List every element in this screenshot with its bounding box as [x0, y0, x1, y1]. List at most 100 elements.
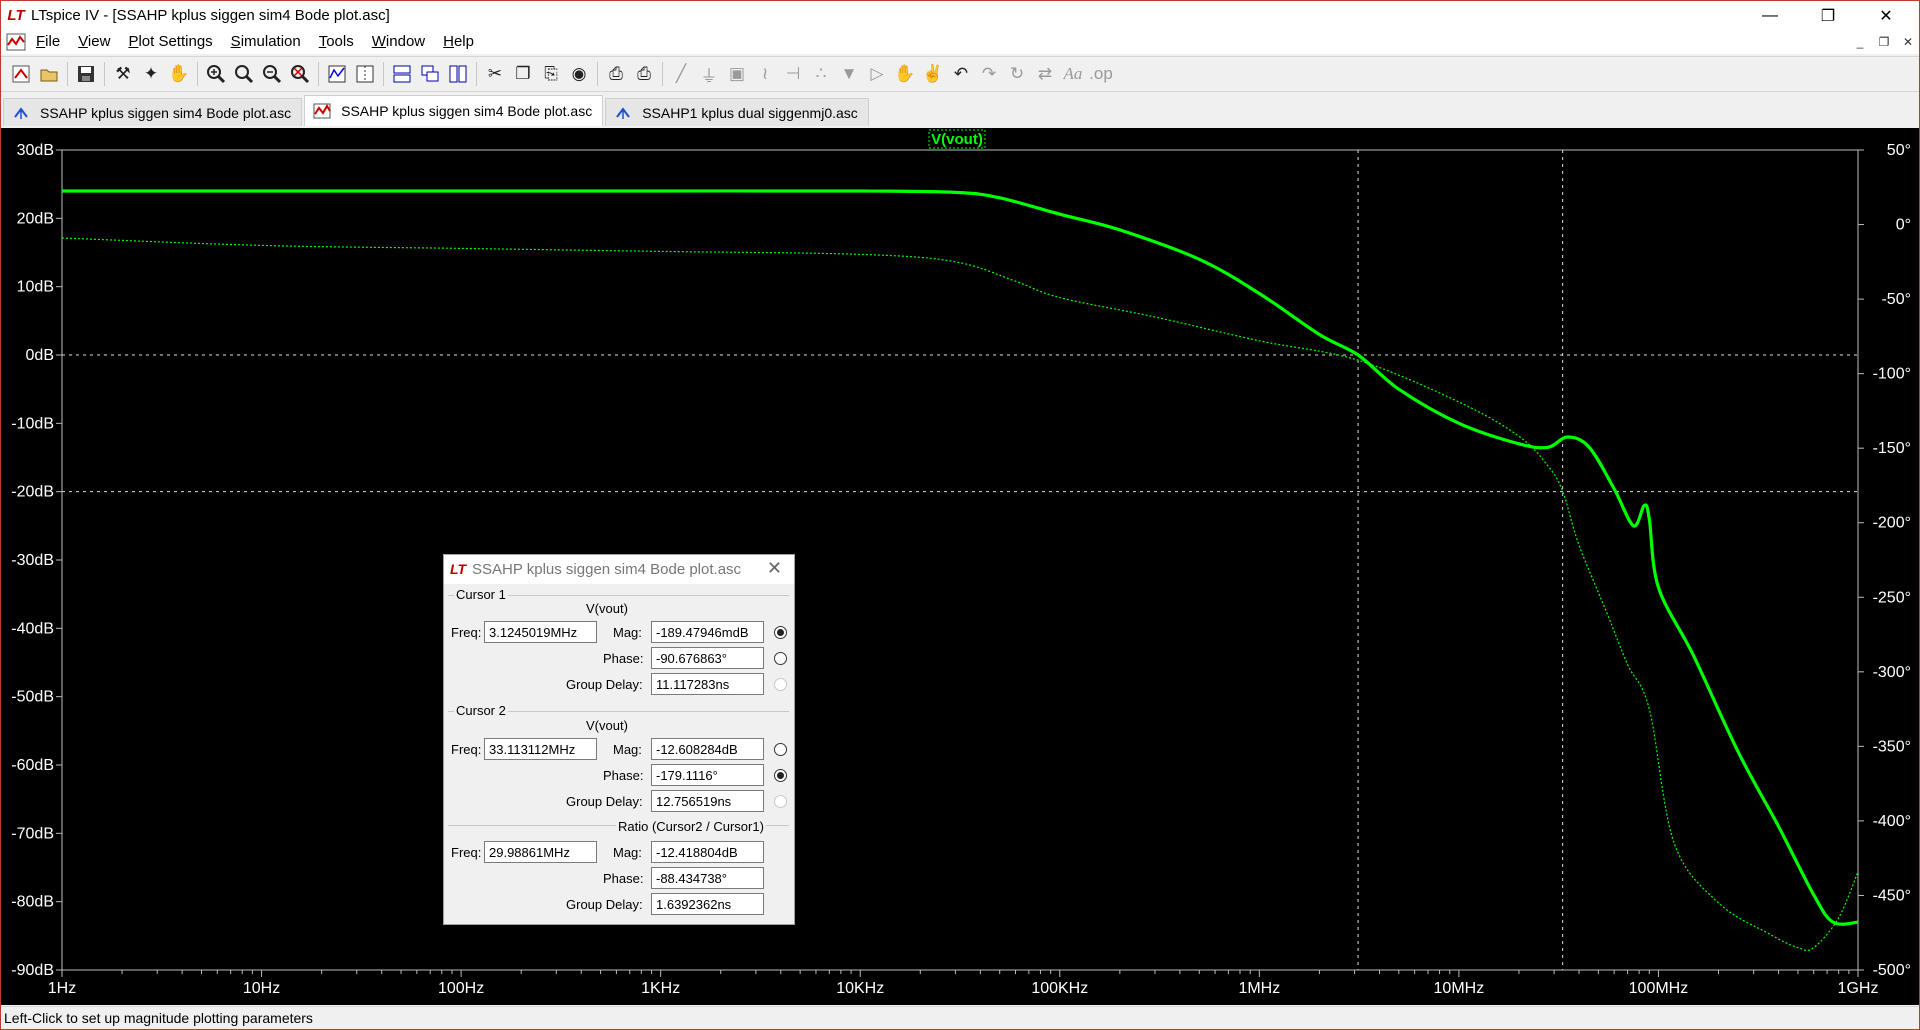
cursor2-phase-radio[interactable] — [774, 769, 787, 782]
component-icon[interactable]: ▷ — [863, 60, 891, 88]
cursor2-group-delay-field[interactable]: 12.756519ns — [651, 790, 764, 812]
paste-icon[interactable]: ⎘ — [537, 60, 565, 88]
control-panel-icon[interactable]: ⚒ — [109, 60, 137, 88]
waveform-plot[interactable]: 30dB 20dB 10dB 0dB -10dB -20dB -30dB -40dB -50dB… — [1, 128, 1919, 1005]
diode-icon[interactable]: ▼ — [835, 60, 863, 88]
maximize-button[interactable]: ❐ — [1805, 1, 1851, 30]
cursor1-mag-field[interactable]: -189.47946mdB — [651, 621, 764, 643]
move-icon[interactable]: ✋ — [891, 60, 919, 88]
annotate-icon[interactable] — [351, 60, 379, 88]
ratio-label: Ratio (Cursor2 / Cursor1) — [616, 819, 766, 834]
toolbar-separator — [597, 62, 598, 86]
toolbar: ⚒ ✦ ✋ ✂ ❐ ⎘ ◉ ⎙ ⎙ ╱ ⏚ ▣ ≀ ⊣ ∴ ▼ ▷ ✋ ✌ ↶ … — [1, 56, 1919, 92]
menu-simulation[interactable]: Simulation — [222, 30, 310, 54]
menu-view[interactable]: View — [69, 30, 119, 54]
toolbar-separator — [318, 62, 319, 86]
dialog-title-bar[interactable]: LT SSAHP kplus siggen sim4 Bode plot.asc… — [444, 555, 794, 584]
freq-label: Freq: — [451, 845, 482, 860]
cursor2-mag-field[interactable]: -12.608284dB — [651, 738, 764, 760]
y2-tick-label: -300° — [1873, 664, 1911, 681]
zoom-area-icon[interactable] — [230, 60, 258, 88]
cursor1-phase-radio[interactable] — [774, 652, 787, 665]
label-icon[interactable]: ▣ — [723, 60, 751, 88]
new-schematic-icon[interactable] — [7, 60, 35, 88]
mdi-close-button[interactable]: ✕ — [1897, 34, 1919, 50]
ratio-phase-field[interactable]: -88.434738° — [651, 867, 764, 889]
save-icon[interactable] — [72, 60, 100, 88]
find-icon[interactable]: ◉ — [565, 60, 593, 88]
print-icon[interactable]: ⎙ — [630, 60, 658, 88]
mirror-icon[interactable]: ⇄ — [1031, 60, 1059, 88]
ratio-group-delay-field[interactable]: 1.6392362ns — [651, 893, 764, 915]
ground-icon[interactable]: ⏚ — [695, 60, 723, 88]
y2-tick-label: 0° — [1896, 217, 1911, 234]
ratio-mag-field[interactable]: -12.418804dB — [651, 841, 764, 863]
menu-help[interactable]: Help — [434, 30, 483, 54]
schematic-icon — [614, 104, 632, 122]
minimize-button[interactable]: — — [1747, 1, 1793, 30]
spice-directive-icon[interactable]: .op — [1087, 60, 1115, 88]
text-icon[interactable]: Aa — [1059, 60, 1087, 88]
ltspice-logo-icon: LT — [450, 561, 467, 577]
menu-plot-settings[interactable]: Plot Settings — [119, 30, 221, 54]
cursor2-phase-field[interactable]: -179.1116° — [651, 764, 764, 786]
cut-icon[interactable]: ✂ — [481, 60, 509, 88]
x-tick-label: 10MHz — [1434, 980, 1485, 997]
toolbar-separator — [197, 62, 198, 86]
cursor2-freq-field[interactable]: 33.113112MHz — [484, 738, 597, 760]
waveform-window-icon[interactable] — [5, 32, 27, 52]
pan-hand-icon[interactable]: ✋ — [165, 60, 193, 88]
phase-label: Phase: — [603, 871, 644, 886]
redo-icon[interactable]: ↷ — [975, 60, 1003, 88]
cursor-readout-dialog[interactable]: LT SSAHP kplus siggen sim4 Bode plot.asc… — [443, 554, 795, 925]
cursor2-group-delay-radio[interactable] — [774, 795, 787, 808]
menu-window[interactable]: Window — [363, 30, 434, 54]
y-tick-label: -30dB — [11, 552, 54, 569]
print-preview-icon[interactable]: ⎙ — [602, 60, 630, 88]
run-icon[interactable]: ✦ — [137, 60, 165, 88]
menu-bar: File View Plot Settings Simulation Tools… — [1, 30, 1919, 54]
toolbar-separator — [662, 62, 663, 86]
rotate-icon[interactable]: ↻ — [1003, 60, 1031, 88]
tab-waveform-sim4[interactable]: SSAHP kplus siggen sim4 Bode plot.asc — [304, 95, 604, 126]
cursor1-freq-field[interactable]: 3.1245019MHz — [484, 621, 597, 643]
copy-icon[interactable]: ❐ — [509, 60, 537, 88]
capacitor-icon[interactable]: ⊣ — [779, 60, 807, 88]
close-button[interactable]: ✕ — [1863, 1, 1909, 30]
mdi-minimize-button[interactable]: _ — [1849, 34, 1871, 50]
trace-legend-label[interactable]: V(vout) — [931, 131, 983, 148]
menu-tools[interactable]: Tools — [310, 30, 363, 54]
autorange-icon[interactable] — [323, 60, 351, 88]
inductor-icon[interactable]: ∴ — [807, 60, 835, 88]
resistor-icon[interactable]: ≀ — [751, 60, 779, 88]
tab-schematic-sim4[interactable]: SSAHP kplus siggen sim4 Bode plot.asc — [3, 98, 303, 126]
cursor1-mag-radio[interactable] — [774, 626, 787, 639]
undo-icon[interactable]: ↶ — [947, 60, 975, 88]
mdi-restore-button[interactable]: ❐ — [1873, 34, 1895, 50]
zoom-out-icon[interactable] — [258, 60, 286, 88]
ltspice-window: LT LTspice IV - [SSAHP kplus siggen sim4… — [0, 0, 1920, 1030]
cursor1-phase-field[interactable]: -90.676863° — [651, 647, 764, 669]
drag-icon[interactable]: ✌ — [919, 60, 947, 88]
close-icon[interactable]: ✕ — [767, 558, 782, 579]
open-icon[interactable] — [35, 60, 63, 88]
cursor1-group-delay-radio[interactable] — [774, 678, 787, 691]
zoom-fit-icon[interactable] — [286, 60, 314, 88]
cursor1-group-delay-field[interactable]: 11.117283ns — [651, 673, 764, 695]
bode-plot-svg[interactable]: 30dB 20dB 10dB 0dB -10dB -20dB -30dB -40dB -50dB… — [1, 128, 1919, 1005]
tab-label: SSAHP kplus siggen sim4 Bode plot.asc — [40, 104, 292, 121]
window-title: LTspice IV - [SSAHP kplus siggen sim4 Bo… — [31, 7, 390, 24]
tile-icon[interactable] — [444, 60, 472, 88]
cursor1-label: Cursor 1 — [454, 587, 508, 602]
cursor2-mag-radio[interactable] — [774, 743, 787, 756]
tab-schematic-dual[interactable]: SSAHP1 kplus dual siggenmj0.asc — [605, 98, 869, 126]
zoom-in-icon[interactable] — [202, 60, 230, 88]
x-tick-label: 1KHz — [641, 980, 680, 997]
tile-horizontal-icon[interactable] — [388, 60, 416, 88]
cascade-icon[interactable] — [416, 60, 444, 88]
menu-file[interactable]: File — [27, 30, 69, 54]
ratio-freq-field[interactable]: 29.98861MHz — [484, 841, 597, 863]
wire-icon[interactable]: ╱ — [667, 60, 695, 88]
waveform-icon — [313, 102, 331, 120]
cursor2-trace: V(vout) — [586, 718, 628, 733]
